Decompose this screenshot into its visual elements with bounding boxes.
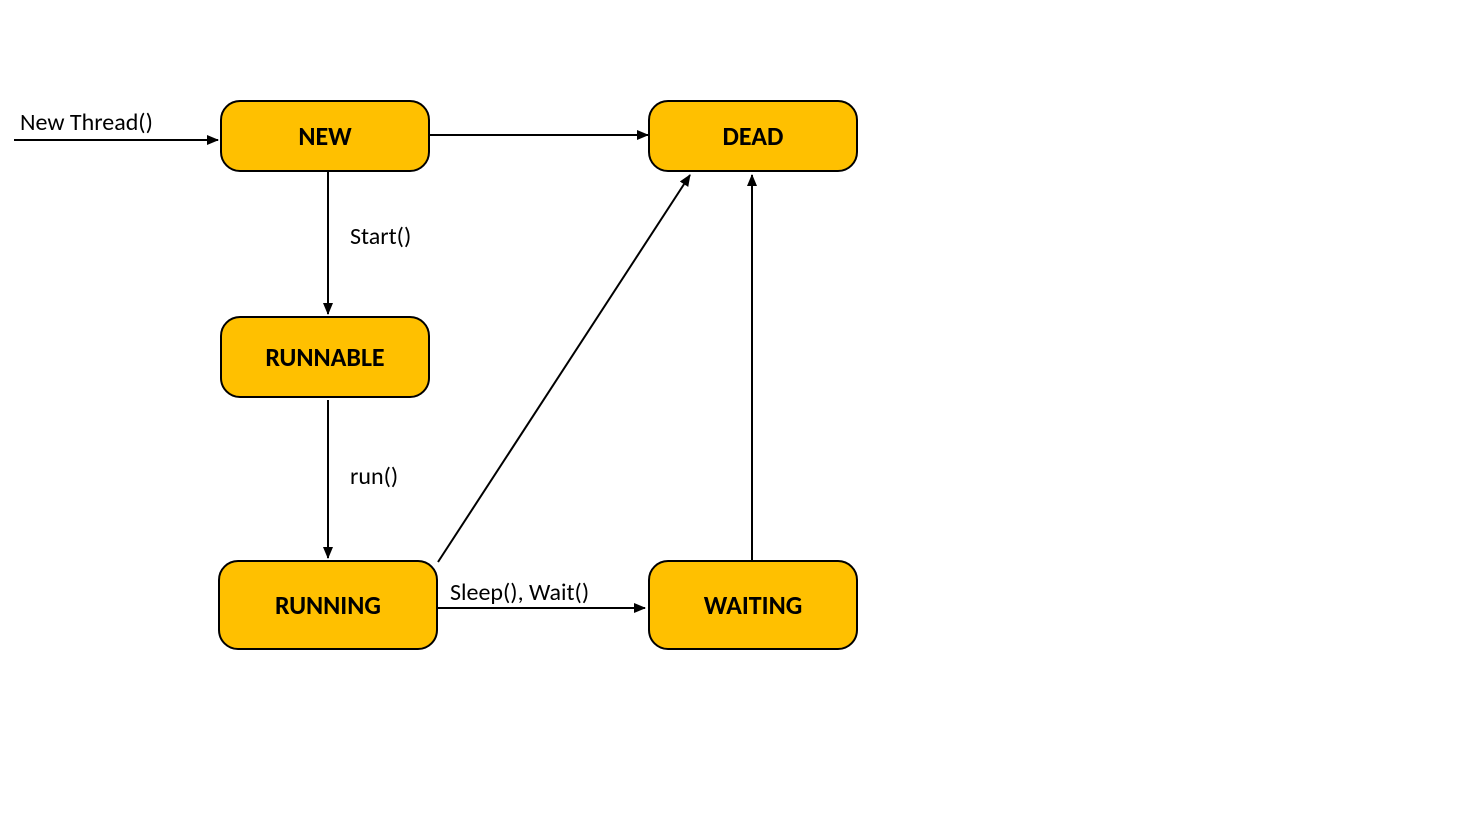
state-new: NEW — [220, 100, 430, 172]
state-waiting-label: WAITING — [704, 589, 803, 621]
thread-state-diagram: NEW DEAD RUNNABLE RUNNING WAITING New Th… — [0, 0, 1478, 820]
state-new-label: NEW — [298, 120, 351, 152]
state-runnable: RUNNABLE — [220, 316, 430, 398]
state-waiting: WAITING — [648, 560, 858, 650]
label-run: run() — [350, 462, 398, 491]
label-sleep-wait: Sleep(), Wait() — [450, 578, 589, 607]
state-dead: DEAD — [648, 100, 858, 172]
state-runnable-label: RUNNABLE — [265, 341, 384, 373]
label-entry: New Thread() — [20, 108, 153, 137]
state-running-label: RUNNING — [275, 589, 381, 621]
label-start: Start() — [350, 222, 411, 251]
state-dead-label: DEAD — [723, 120, 784, 152]
state-running: RUNNING — [218, 560, 438, 650]
